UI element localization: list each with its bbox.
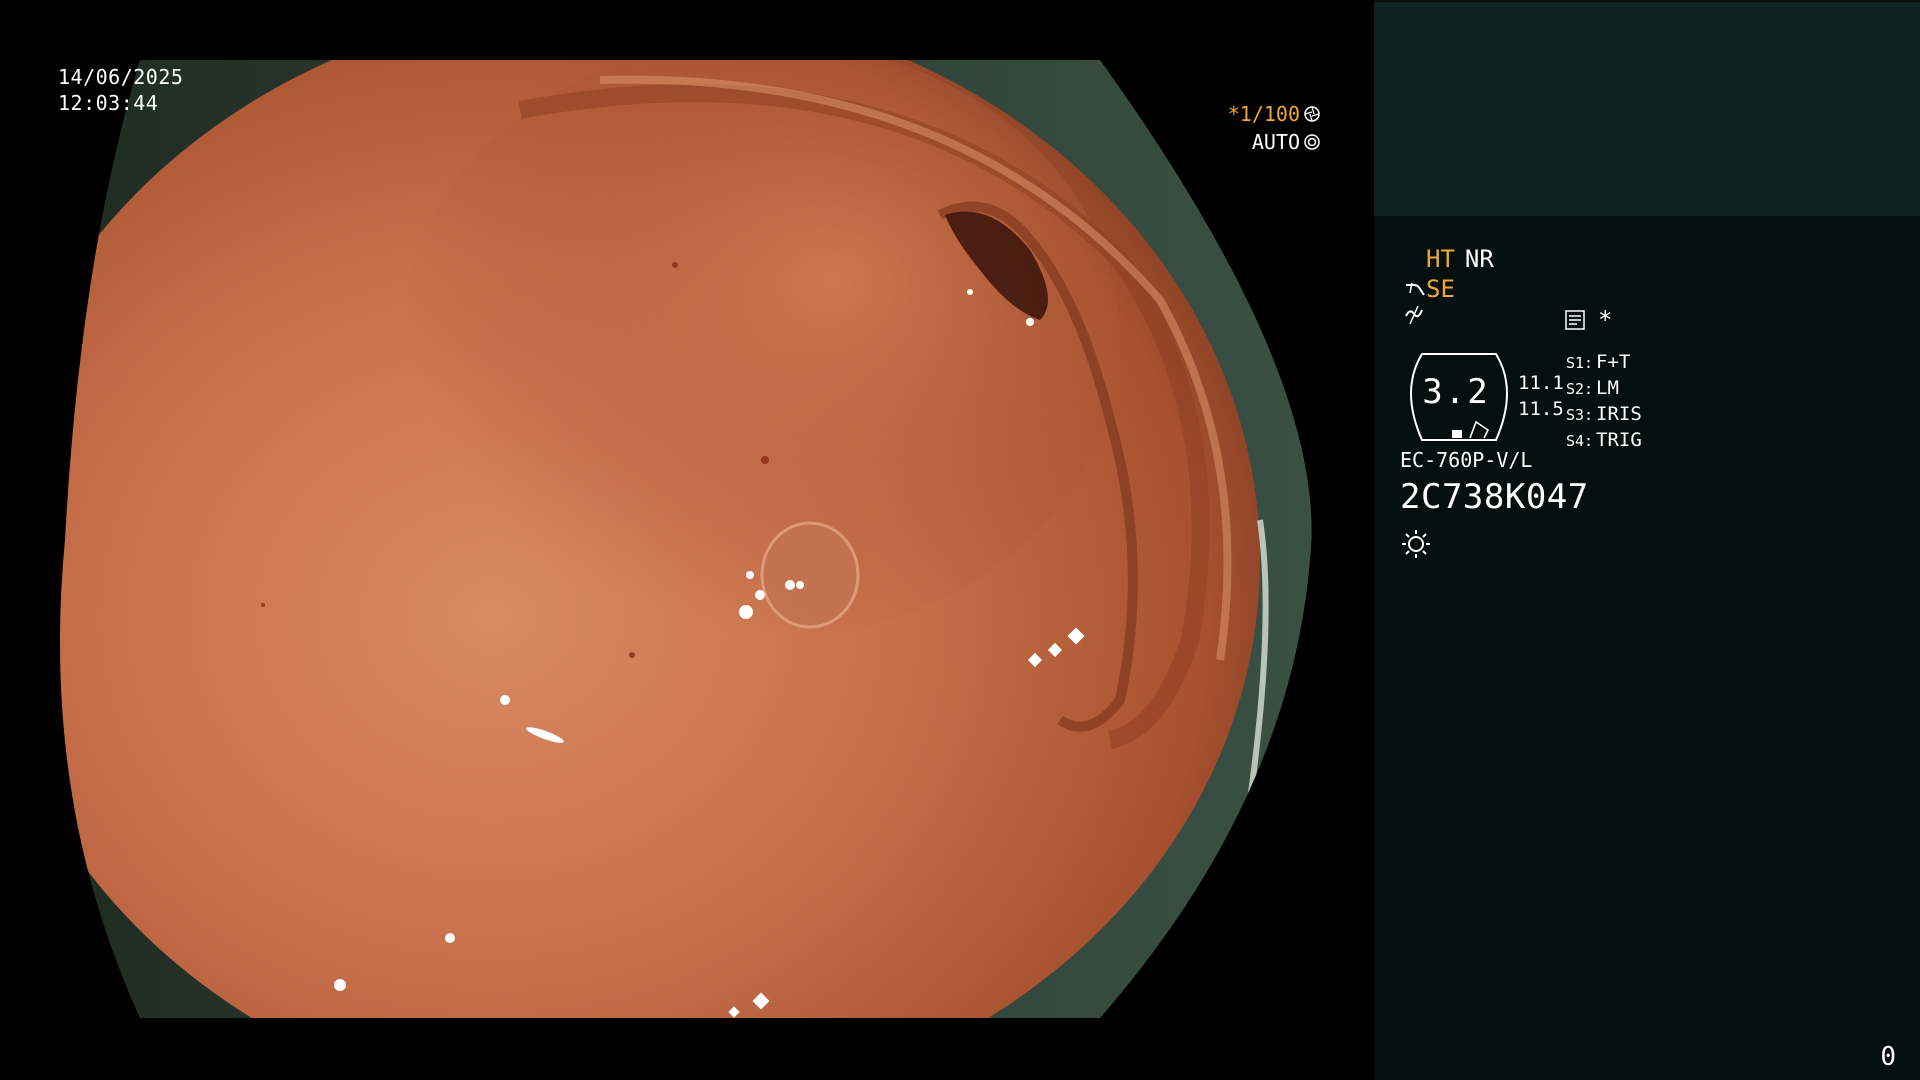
gauge-side-top: 11.1 xyxy=(1518,372,1564,394)
scope-serial: 2C738K047 xyxy=(1400,477,1589,517)
setting-s1: S1: F+T xyxy=(1566,351,1631,373)
iris-row: AUTO xyxy=(1228,128,1320,156)
time-text: 12:03:44 xyxy=(58,91,159,115)
setting-s4: S4: TRIG xyxy=(1566,429,1642,451)
gauge-side-bottom: 11.5 xyxy=(1518,398,1564,420)
endoscopic-image xyxy=(60,60,1312,1018)
shutter-value: *1/100 xyxy=(1227,102,1300,126)
switch-settings: S1: F+T S2: LM S3: IRIS S4: TRIG xyxy=(1566,350,1642,454)
se-mode-label: SE xyxy=(1426,275,1455,303)
memo-row: * xyxy=(1564,306,1612,334)
iris-mode-text: AUTO xyxy=(1251,130,1300,154)
endoscopy-screen: 14/06/2025 12:03:44 *1/100 AUTO HT NR SE… xyxy=(0,0,1920,1080)
gauge-side-values: 11.1 11.5 xyxy=(1518,370,1564,422)
enhance-symbol-row xyxy=(1404,304,1424,335)
scope-model: EC-760P-V/L xyxy=(1400,448,1533,472)
exposure-overlay: *1/100 AUTO xyxy=(1228,100,1320,156)
endoscope-viewport: 14/06/2025 12:03:44 *1/100 AUTO xyxy=(0,0,1374,1080)
iris-icon xyxy=(1304,134,1320,150)
nr-mode-label: NR xyxy=(1464,245,1494,273)
info-panel: HT NR SE * 3.2 11.1 11.5 S1: F+T S2: LM … xyxy=(1374,0,1920,1080)
shutter-row: *1/100 xyxy=(1228,100,1320,128)
gauge-value: 3.2 xyxy=(1422,372,1490,412)
memo-star: * xyxy=(1598,306,1613,334)
setting-s3: S3: IRIS xyxy=(1566,403,1642,425)
ht-mode-label: HT xyxy=(1426,245,1455,273)
image-counter: 0 xyxy=(1880,1042,1896,1072)
date-text: 14/06/2025 xyxy=(58,65,184,89)
panel-header-area xyxy=(1374,2,1920,216)
scope-bend-icon xyxy=(1406,282,1425,296)
mode-indicators: HT NR xyxy=(1426,244,1504,274)
aperture-icon xyxy=(1304,106,1320,122)
date-time-overlay: 14/06/2025 12:03:44 xyxy=(58,64,183,116)
memo-card-icon xyxy=(1565,310,1585,330)
se-mode-row: SE xyxy=(1404,274,1455,304)
light-source-icon xyxy=(1402,530,1430,558)
setting-s2: S2: LM xyxy=(1566,377,1619,399)
enhance-symbol-icon xyxy=(1405,305,1423,325)
